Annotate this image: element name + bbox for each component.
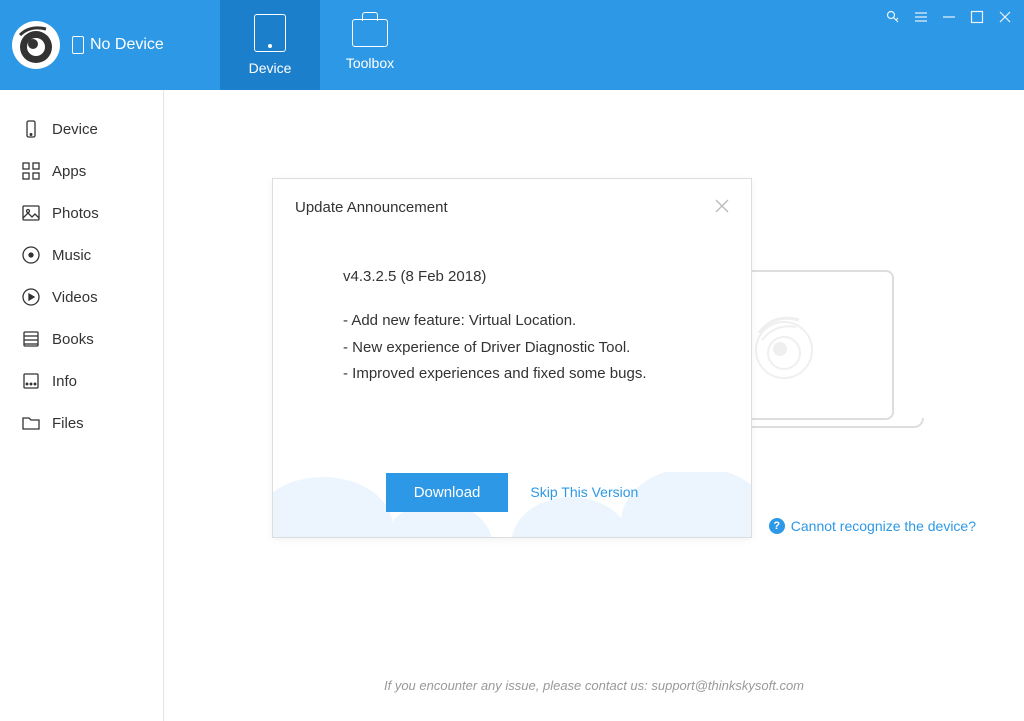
photos-icon [22, 204, 40, 222]
books-icon [22, 330, 40, 348]
minimize-icon[interactable] [942, 10, 956, 24]
sidebar-item-label: Photos [52, 205, 99, 222]
videos-icon [22, 288, 40, 306]
sidebar-item-label: Device [52, 121, 98, 138]
sidebar-item-label: Books [52, 331, 94, 348]
sidebar-item-label: Videos [52, 289, 98, 306]
files-icon [22, 414, 40, 432]
modal-header: Update Announcement [273, 179, 751, 236]
tablet-icon [254, 14, 286, 52]
logo-section: No Device [0, 0, 220, 90]
app-header: No Device Device Toolbox [0, 0, 1024, 90]
changelog-item: - Improved experiences and fixed some bu… [343, 361, 681, 387]
sidebar-item-videos[interactable]: Videos [0, 276, 163, 318]
sidebar-item-label: Files [52, 415, 84, 432]
menu-icon[interactable] [914, 10, 928, 24]
device-icon [22, 120, 40, 138]
modal-title: Update Announcement [295, 199, 448, 216]
sidebar-item-books[interactable]: Books [0, 318, 163, 360]
tab-device[interactable]: Device [220, 0, 320, 90]
sidebar-item-label: Apps [52, 163, 86, 180]
sidebar-item-info[interactable]: Info [0, 360, 163, 402]
question-icon: ? [769, 518, 785, 534]
phone-icon [72, 36, 84, 54]
sidebar: Device Apps Photos Music Videos Books In… [0, 90, 164, 721]
update-modal: Update Announcement v4.3.2.5 (8 Feb 2018… [272, 178, 752, 538]
modal-body: v4.3.2.5 (8 Feb 2018) - Add new feature:… [273, 236, 751, 387]
footer-text: If you encounter any issue, please conta… [164, 678, 1024, 693]
tab-label: Device [249, 60, 292, 76]
bunny-icon [744, 305, 824, 385]
sidebar-item-label: Music [52, 247, 91, 264]
modal-close-icon[interactable] [715, 197, 729, 218]
maximize-icon[interactable] [970, 10, 984, 24]
sidebar-item-files[interactable]: Files [0, 402, 163, 444]
app-logo-icon [12, 21, 60, 69]
help-link-text: Cannot recognize the device? [791, 518, 976, 534]
key-icon[interactable] [886, 10, 900, 24]
header-tabs: Device Toolbox [220, 0, 420, 90]
sidebar-item-music[interactable]: Music [0, 234, 163, 276]
tab-toolbox[interactable]: Toolbox [320, 0, 420, 90]
toolbox-icon [352, 19, 388, 47]
changelog-item: - New experience of Driver Diagnostic To… [343, 335, 681, 361]
help-link[interactable]: ? Cannot recognize the device? [769, 518, 976, 534]
tab-label: Toolbox [346, 55, 394, 71]
close-icon[interactable] [998, 10, 1012, 24]
cloud-decoration [273, 472, 751, 537]
changelog-item: - Add new feature: Virtual Location. [343, 308, 681, 334]
info-icon [22, 372, 40, 390]
sidebar-item-apps[interactable]: Apps [0, 150, 163, 192]
apps-icon [22, 162, 40, 180]
sidebar-item-device[interactable]: Device [0, 108, 163, 150]
window-controls [886, 10, 1012, 24]
device-status: No Device [72, 36, 164, 54]
modal-footer: Download Skip This Version [273, 447, 751, 537]
sidebar-item-photos[interactable]: Photos [0, 192, 163, 234]
version-text: v4.3.2.5 (8 Feb 2018) [343, 264, 681, 290]
skip-version-button[interactable]: Skip This Version [530, 484, 638, 500]
music-icon [22, 246, 40, 264]
device-status-text: No Device [90, 36, 164, 54]
download-button[interactable]: Download [386, 473, 509, 512]
sidebar-item-label: Info [52, 373, 77, 390]
